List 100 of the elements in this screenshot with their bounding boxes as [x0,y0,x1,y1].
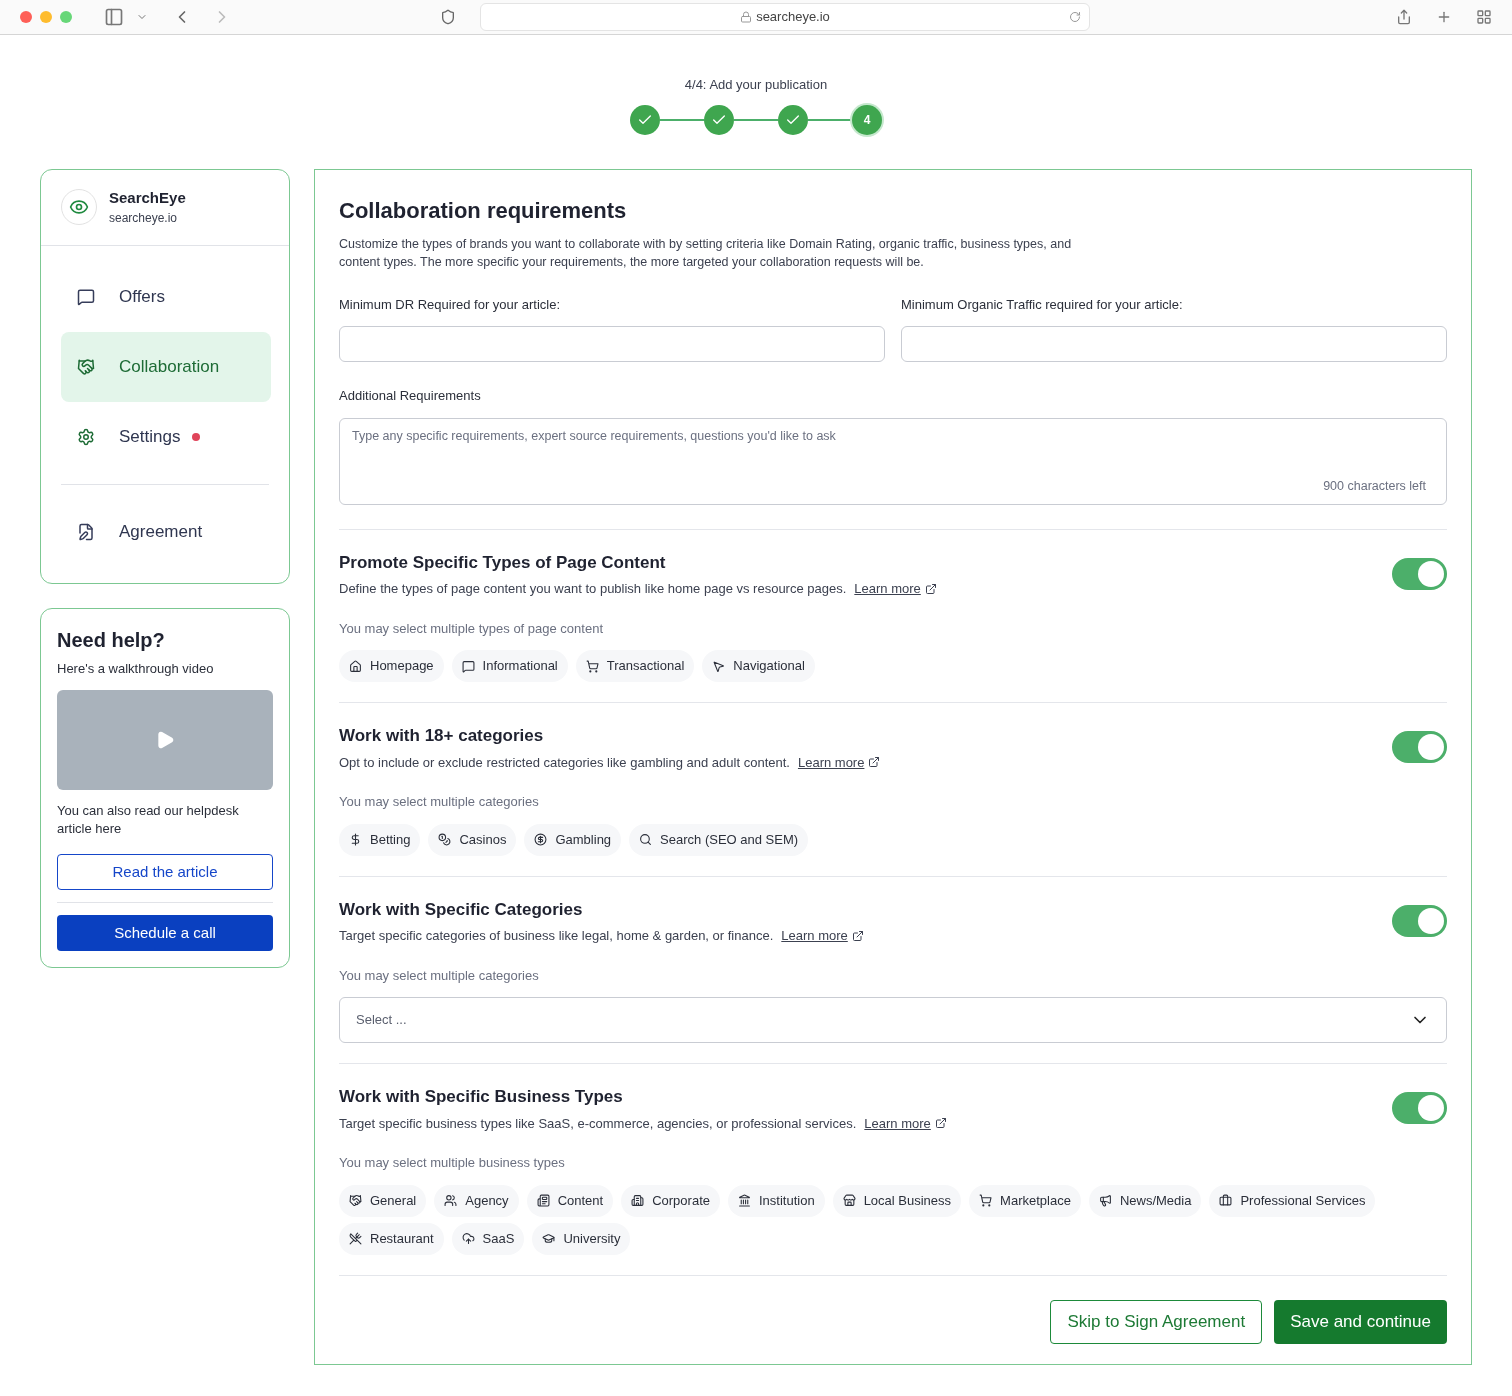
learn-more-link[interactable]: Learn more [864,1113,931,1133]
select-dropdown[interactable]: Select ... [339,997,1447,1043]
newspaper-icon [536,1194,550,1207]
lock-icon [740,11,753,23]
input-field[interactable] [901,326,1447,362]
utensils-icon [349,1232,362,1245]
coins-icon [438,833,452,846]
field-label: Minimum DR Required for your article: [339,295,562,314]
users-icon [444,1194,458,1207]
category-chip[interactable]: Betting [339,823,421,856]
landmark-icon [738,1194,751,1207]
learn-more-link[interactable]: Learn more [797,752,865,772]
dollar-icon [349,833,362,846]
skip-button[interactable]: Skip to Sign Agreement [1050,1299,1263,1344]
section-title: Work with Specific Categories [339,898,584,921]
settings-icon [77,427,95,446]
toggle-switch[interactable] [1392,904,1447,937]
minimize-window-icon[interactable] [40,11,52,23]
section-title: Promote Specific Types of Page Content [339,551,667,574]
section-title: Work with 18+ categories [339,725,545,747]
pointer-icon [712,659,726,673]
play-icon[interactable] [155,730,175,750]
tab-overview-icon[interactable] [1476,9,1492,25]
category-chip[interactable]: Navigational [702,650,815,682]
category-chip[interactable]: Homepage [339,650,444,682]
category-chip[interactable]: Transactional [575,650,695,682]
field-label: Minimum Organic Traffic required for your article: [901,295,1184,314]
category-chip[interactable]: Local Business [832,1184,962,1217]
category-chip[interactable]: Casinos [428,823,517,856]
stepper-title: 4/4: Add your publication [684,76,828,94]
help-note: You can also read our helpdesk article here [57,802,240,838]
shield-icon[interactable] [440,9,456,25]
handshake-icon [349,1194,362,1207]
category-chip[interactable]: University [532,1222,631,1255]
textarea-placeholder: Type any specific requirements, expert source requirements, questions you'd like to ask [352,427,837,445]
cloud-icon [461,1232,475,1245]
help-title: Need help? [57,627,166,653]
video-thumbnail[interactable] [57,690,273,790]
selection-hint: You may select multiple types of page content [339,619,604,638]
megaphone-icon [1098,1194,1112,1207]
briefcase-icon [1219,1194,1233,1207]
message-icon [77,287,95,306]
category-chip[interactable]: SaaS [451,1222,525,1255]
toggle-switch[interactable] [1392,557,1447,590]
nav-item[interactable]: Agreement [61,496,271,567]
building-icon [631,1194,645,1207]
page-description: Customize the types of brands you want to collaborate with by setting criteria like Domain Rating, organic traffic, business types, and content types. The more specific your requirements, the more targeted your collaboration requests will be. [339,235,1073,271]
profile-name: SearchEye [109,187,186,208]
toggle-switch[interactable] [1392,731,1447,763]
nav-item[interactable]: Settings [61,401,271,472]
section-description: Opt to include or exclude restricted categories like gambling and adult content. [339,753,790,772]
search-icon [639,833,653,846]
learn-more-link[interactable]: Learn more [781,926,848,946]
external-link-icon [934,1117,947,1130]
category-chip[interactable]: Institution [728,1184,825,1217]
reload-icon[interactable] [1069,11,1081,23]
category-chip[interactable]: Content [526,1184,614,1217]
category-chip[interactable]: Gambling [524,823,622,856]
section-title: Work with Specific Business Types [339,1086,624,1108]
category-chip[interactable]: Professional Services [1209,1184,1376,1217]
page-title: Collaboration requirements [339,196,628,225]
input-field[interactable] [339,326,885,362]
new-tab-icon[interactable] [1436,9,1452,25]
url-text: searcheye.io [756,8,830,27]
document-pen-icon [77,522,95,541]
close-window-icon[interactable] [20,11,32,23]
category-chip[interactable]: General [339,1184,427,1217]
external-link-icon [868,756,881,769]
share-icon[interactable] [1396,9,1412,25]
home-icon [349,659,362,673]
section-description: Target specific business types like SaaS, e-commerce, agencies, or professional services. [339,1114,857,1133]
category-chip[interactable]: Restaurant [339,1222,444,1255]
category-chip[interactable]: News/Media [1088,1184,1202,1217]
message-icon [461,659,475,673]
graduation-cap-icon [542,1232,556,1245]
category-chip[interactable]: Corporate [621,1184,720,1217]
save-button[interactable]: Save and continue [1274,1299,1447,1344]
external-link-icon [924,582,937,595]
learn-more-link[interactable]: Learn more [854,579,921,599]
schedule-call-button[interactable]: Schedule a call [57,915,273,951]
handshake-icon [77,357,95,376]
selection-hint: You may select multiple categories [339,793,540,811]
profile-domain: searcheye.io [109,210,179,228]
address-bar[interactable]: searcheye.io [480,3,1090,31]
selection-hint: You may select multiple categories [339,966,540,985]
category-chip[interactable]: Informational [451,650,568,682]
field-label: Additional Requirements [339,387,482,405]
external-link-icon [851,929,864,942]
maximize-window-icon[interactable] [60,11,72,23]
category-chip[interactable]: Agency [434,1184,519,1217]
section-description: Define the types of page content you want to publish like home page vs resource pages. [339,580,847,598]
toggle-switch[interactable] [1392,1092,1447,1124]
category-chip[interactable]: Marketplace [969,1184,1081,1217]
sidebar-icon[interactable] [104,7,124,27]
nav-item[interactable]: Offers [61,261,271,332]
read-article-button[interactable]: Read the article [57,854,273,890]
category-chip[interactable]: Search (SEO and SEM) [629,823,809,856]
nav-item[interactable]: Collaboration [61,331,271,402]
selection-hint: You may select multiple business types [339,1154,566,1172]
requirements-textarea[interactable]: Type any specific requirements, expert source requirements, questions you'd like to ask 900 characters left [339,417,1447,505]
